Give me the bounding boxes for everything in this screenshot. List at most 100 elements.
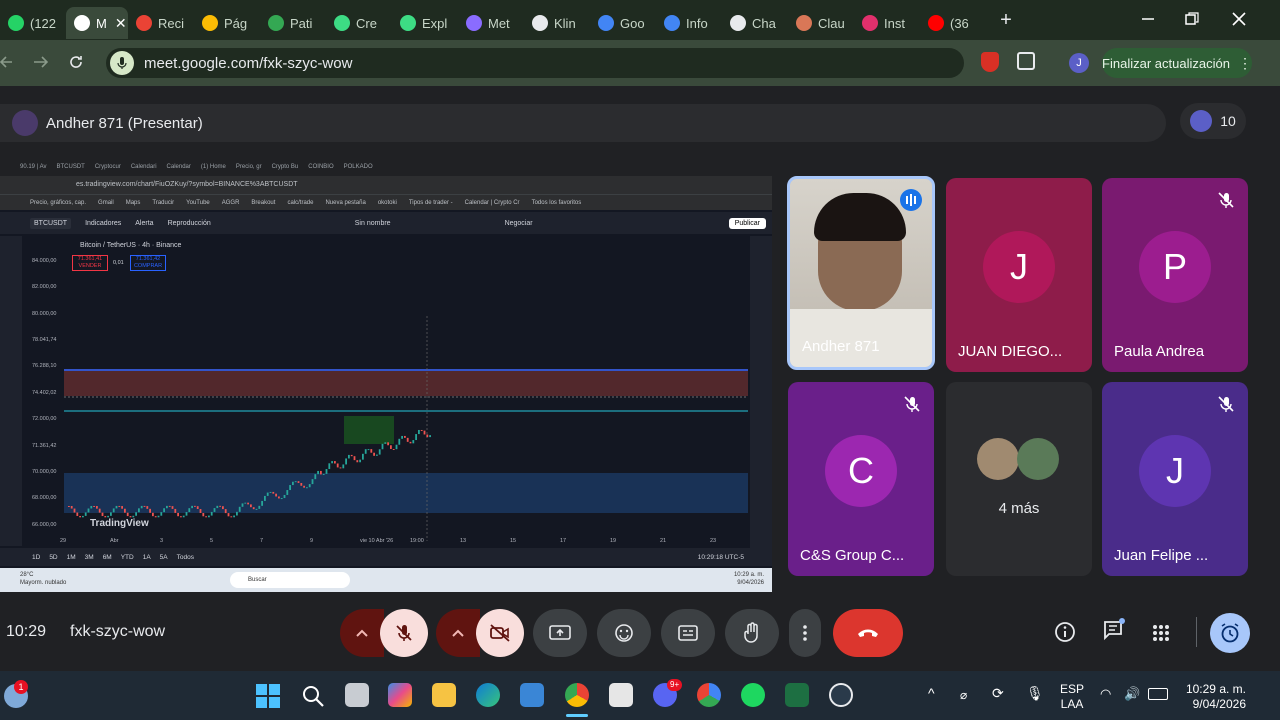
timeframe-label: Todos xyxy=(176,553,194,561)
candle xyxy=(152,512,154,517)
chatgpt-icon[interactable] xyxy=(829,683,853,707)
chat-button[interactable] xyxy=(1102,618,1126,642)
timer-button[interactable] xyxy=(1210,613,1250,653)
browser-tab[interactable]: Inst xyxy=(854,7,920,39)
browser-tab[interactable]: Expl xyxy=(392,7,458,39)
participant-tile-cs-group[interactable]: C C&S Group C... xyxy=(788,382,934,576)
sync-icon[interactable]: ⟳ xyxy=(992,686,1004,701)
candle xyxy=(272,491,275,494)
participant-name: JUAN DIEGO... xyxy=(958,343,1063,360)
browser-tab[interactable]: Cha xyxy=(722,7,788,39)
close-tab-icon[interactable]: ✕ xyxy=(115,15,127,32)
chrome-icon[interactable] xyxy=(565,683,589,707)
language-top: ESP xyxy=(1059,682,1084,696)
close-window-button[interactable] xyxy=(1231,11,1247,27)
timeframe-label: 5D xyxy=(49,553,58,561)
extensions-puzzle-icon[interactable] xyxy=(1017,52,1035,70)
edge-icon[interactable] xyxy=(476,683,500,707)
candle xyxy=(415,434,417,441)
snipping-tool-icon[interactable] xyxy=(609,683,633,707)
task-view-icon[interactable] xyxy=(345,683,369,707)
update-button[interactable]: Finalizar actualización ⋮ xyxy=(1102,48,1252,78)
excel-icon[interactable] xyxy=(785,683,809,707)
volume-icon[interactable]: 🔊 xyxy=(1124,686,1140,701)
browser-tab[interactable]: Clau xyxy=(788,7,854,39)
video-options-button[interactable] xyxy=(436,609,480,657)
forward-button[interactable] xyxy=(32,54,49,70)
browser-tab[interactable]: Goo xyxy=(590,7,656,39)
store-icon[interactable] xyxy=(520,683,544,707)
candle xyxy=(275,493,277,497)
candle xyxy=(325,469,328,474)
indicators-label: Indicadores xyxy=(85,219,122,227)
reload-button[interactable] xyxy=(68,54,84,70)
browser-tab[interactable]: Klin xyxy=(524,7,590,39)
leave-call-button[interactable] xyxy=(833,609,903,657)
presenter-banner: Andher 871 (Presentar) xyxy=(0,104,1166,142)
shared-tab-label: Calendar xyxy=(166,164,191,170)
date-axis-label: 13 xyxy=(460,538,467,544)
candle xyxy=(404,435,406,438)
show-hidden-icons[interactable]: ^ xyxy=(928,686,935,701)
participant-avatar: P xyxy=(1139,231,1211,303)
profile-avatar[interactable]: J xyxy=(1069,53,1089,73)
clock[interactable]: 10:29 a. m. 9/04/2026 xyxy=(1180,682,1246,712)
candle xyxy=(398,438,401,445)
start-button[interactable] xyxy=(256,684,280,708)
more-menu-icon[interactable]: ⋮ xyxy=(1238,55,1252,72)
mic-site-icon[interactable] xyxy=(110,51,134,75)
chat-icon xyxy=(1104,618,1125,641)
more-participants-tile[interactable]: 4 más xyxy=(946,382,1092,576)
new-tab-button[interactable]: + xyxy=(994,9,1018,32)
m365-icon[interactable] xyxy=(388,683,412,707)
maximize-button[interactable] xyxy=(1185,12,1199,26)
raise-hand-button[interactable] xyxy=(725,609,779,657)
browser-tab[interactable]: Pati xyxy=(260,7,326,39)
timeframe-label: YTD xyxy=(120,553,134,561)
back-button[interactable] xyxy=(0,54,16,70)
network-off-icon[interactable]: ⌀ xyxy=(960,688,967,703)
candle xyxy=(208,515,210,518)
chrome-profile-icon[interactable] xyxy=(697,683,721,707)
participant-count: 10 xyxy=(1220,113,1236,129)
candle xyxy=(264,495,266,501)
minimize-button[interactable] xyxy=(1140,10,1156,26)
browser-tab[interactable]: Reci xyxy=(128,7,194,39)
participant-tile-andher[interactable]: Andher 871 xyxy=(787,176,935,370)
extension-icon[interactable] xyxy=(981,52,999,72)
browser-tab[interactable]: (122 xyxy=(0,7,66,39)
tab-label: (36 xyxy=(950,15,969,31)
camera-toggle-button[interactable] xyxy=(476,609,524,657)
captions-button[interactable] xyxy=(661,609,715,657)
file-explorer-icon[interactable] xyxy=(432,683,456,707)
browser-tab[interactable]: Cre xyxy=(326,7,392,39)
browser-tab[interactable]: Met xyxy=(458,7,524,39)
activities-button[interactable] xyxy=(1152,624,1170,642)
present-button[interactable] xyxy=(533,609,587,657)
meeting-info-button[interactable] xyxy=(1054,621,1076,643)
more-options-button[interactable] xyxy=(789,609,821,657)
mic-toggle-button[interactable] xyxy=(380,609,428,657)
participant-tile-juan-diego[interactable]: J JUAN DIEGO... xyxy=(946,178,1092,372)
reactions-button[interactable] xyxy=(597,609,651,657)
spotify-icon[interactable] xyxy=(741,683,765,707)
audio-options-button[interactable] xyxy=(340,609,384,657)
browser-tab[interactable]: (36 xyxy=(920,7,986,39)
browser-tab[interactable]: M ✕ xyxy=(66,7,128,39)
candle xyxy=(364,449,367,454)
participant-tile-juan-felipe[interactable]: J Juan Felipe ... xyxy=(1102,382,1248,576)
language-indicator[interactable]: ESP LAA xyxy=(1058,682,1086,712)
omnibox[interactable]: meet.google.com/fxk-szyc-wow xyxy=(106,48,964,78)
browser-tab[interactable]: Pág xyxy=(194,7,260,39)
search-taskbar-button[interactable] xyxy=(301,684,325,708)
participants-button[interactable]: 10 xyxy=(1180,103,1246,139)
candle xyxy=(90,505,93,509)
microphone-icon[interactable]: 🎙 xyxy=(1026,686,1044,701)
participant-tile-paula[interactable]: P Paula Andrea xyxy=(1102,178,1248,372)
url-text[interactable]: meet.google.com/fxk-szyc-wow xyxy=(144,55,352,72)
tab-label: Pati xyxy=(290,15,313,31)
tradingview-toolbar: BTCUSDT Indicadores Alerta Reproducción … xyxy=(0,212,772,234)
battery-icon[interactable] xyxy=(1148,688,1168,700)
browser-tab[interactable]: Info xyxy=(656,7,722,39)
wifi-icon[interactable]: ◠ xyxy=(1100,686,1111,701)
